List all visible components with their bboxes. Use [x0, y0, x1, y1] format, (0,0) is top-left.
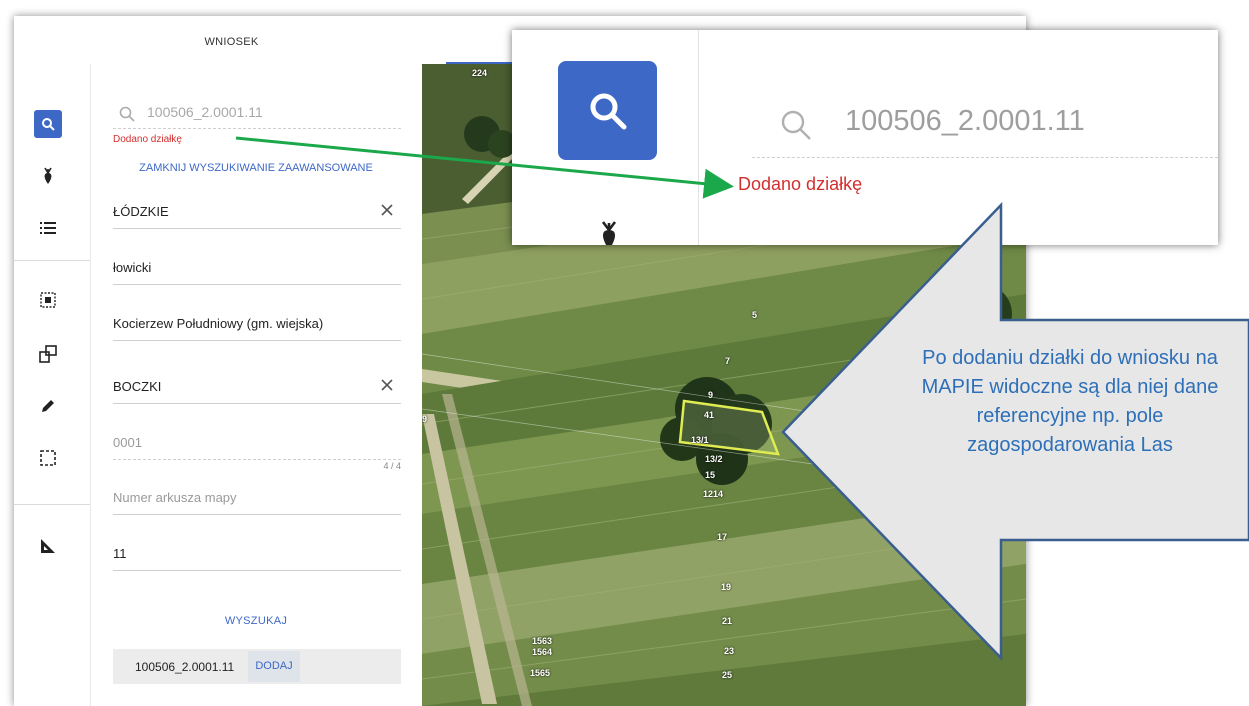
search-tool-button[interactable]	[34, 110, 62, 138]
map-sheet-field[interactable]: Numer arkusza mapy	[113, 480, 401, 515]
toolbar-divider	[14, 260, 90, 261]
search-icon	[42, 118, 55, 131]
measure-button[interactable]	[34, 532, 62, 560]
clear-icon[interactable]	[379, 377, 395, 393]
search-icon	[781, 110, 811, 140]
map-label: 41	[704, 410, 715, 420]
parcel-number-value: 11	[113, 546, 127, 561]
bounding-box-icon	[40, 450, 56, 466]
map-label: 21	[722, 616, 733, 626]
left-toolbar	[14, 64, 91, 706]
search-input[interactable]: 100506_2.0001.11	[113, 100, 401, 129]
crop-tool-button[interactable]	[34, 162, 62, 190]
map-label: 9	[422, 414, 428, 424]
list-icon	[40, 222, 56, 234]
copy-shape-button[interactable]	[34, 340, 62, 368]
close-advanced-search-link[interactable]: ZAMKNIJ WYSZUKIWANIE ZAAWANSOWANE	[91, 162, 421, 174]
field-counter: 4 / 4	[383, 461, 401, 471]
callout-text: Po dodaniu działki do wniosku na MAPIE w…	[921, 347, 1219, 456]
parcel-number-field[interactable]: 11	[113, 536, 401, 571]
ruler-triangle-icon	[41, 539, 55, 553]
precinct-select[interactable]: BOCZKI	[113, 369, 401, 404]
voivodeship-select[interactable]: ŁÓDZKIE	[113, 194, 401, 229]
list-tool-button[interactable]	[34, 214, 62, 242]
map-label: 224	[472, 68, 488, 78]
result-row: 100506_2.0001.11 DODAJ	[113, 649, 401, 684]
commune-value: Kocierzew Południowy (gm. wiejska)	[113, 316, 324, 331]
search-icon	[590, 93, 626, 129]
beet-icon	[601, 221, 617, 245]
map-label: 23	[724, 646, 735, 656]
result-parcel-id: 100506_2.0001.11	[135, 660, 235, 674]
tab-wniosek[interactable]: WNIOSEK	[164, 36, 299, 48]
map-label: 1563	[532, 636, 553, 646]
search-tool-button-zoomed	[558, 61, 657, 160]
map-label: 7	[725, 356, 731, 366]
voivodeship-value: ŁÓDZKIE	[113, 204, 169, 219]
zoom-inset: 100506_2.0001.11 Dodano działkę	[512, 30, 1218, 245]
search-panel: 100506_2.0001.11 Dodano działkę ZAMKNIJ …	[91, 64, 421, 706]
map-label: 1214	[703, 489, 724, 499]
county-select[interactable]: łowicki	[113, 250, 401, 285]
copy-shape-icon	[39, 345, 57, 363]
map-label: 1564	[532, 647, 553, 657]
map-label: 25	[722, 670, 733, 680]
select-center-icon	[40, 292, 56, 308]
add-parcel-button[interactable]: DODAJ	[248, 651, 300, 682]
zoom-status-message: Dodano działkę	[738, 174, 863, 194]
map-label: 5	[752, 310, 758, 320]
toolbar-divider	[14, 504, 90, 505]
county-value: łowicki	[113, 260, 152, 275]
bounding-box-button[interactable]	[34, 444, 62, 472]
edit-button[interactable]	[34, 392, 62, 420]
map-label: 15	[705, 470, 716, 480]
select-area-button[interactable]	[34, 286, 62, 314]
search-query: 100506_2.0001.11	[147, 104, 263, 120]
search-icon	[119, 106, 135, 122]
precinct-number-field[interactable]: 0001	[113, 425, 401, 460]
map-label: 13/2	[705, 454, 723, 464]
map-label: 19	[721, 582, 732, 592]
precinct-number-placeholder: 0001	[113, 435, 142, 450]
zoom-toolbar	[512, 30, 699, 245]
pencil-icon	[42, 400, 54, 412]
map-label: 13/1	[691, 435, 709, 445]
zoom-search-input: 100506_2.0001.11	[752, 105, 1218, 158]
commune-select[interactable]: Kocierzew Południowy (gm. wiejska)	[113, 306, 401, 341]
status-message: Dodano działkę	[113, 134, 182, 145]
map-label: 17	[717, 532, 728, 542]
map-label: 1565	[530, 668, 551, 678]
map-sheet-placeholder: Numer arkusza mapy	[113, 490, 237, 505]
search-button[interactable]: WYSZUKAJ	[91, 615, 421, 627]
precinct-value: BOCZKI	[113, 379, 162, 394]
clear-icon[interactable]	[379, 202, 395, 218]
zoom-search-query: 100506_2.0001.11	[845, 105, 1085, 137]
beet-icon	[44, 167, 52, 184]
map-label: 9	[708, 390, 714, 400]
